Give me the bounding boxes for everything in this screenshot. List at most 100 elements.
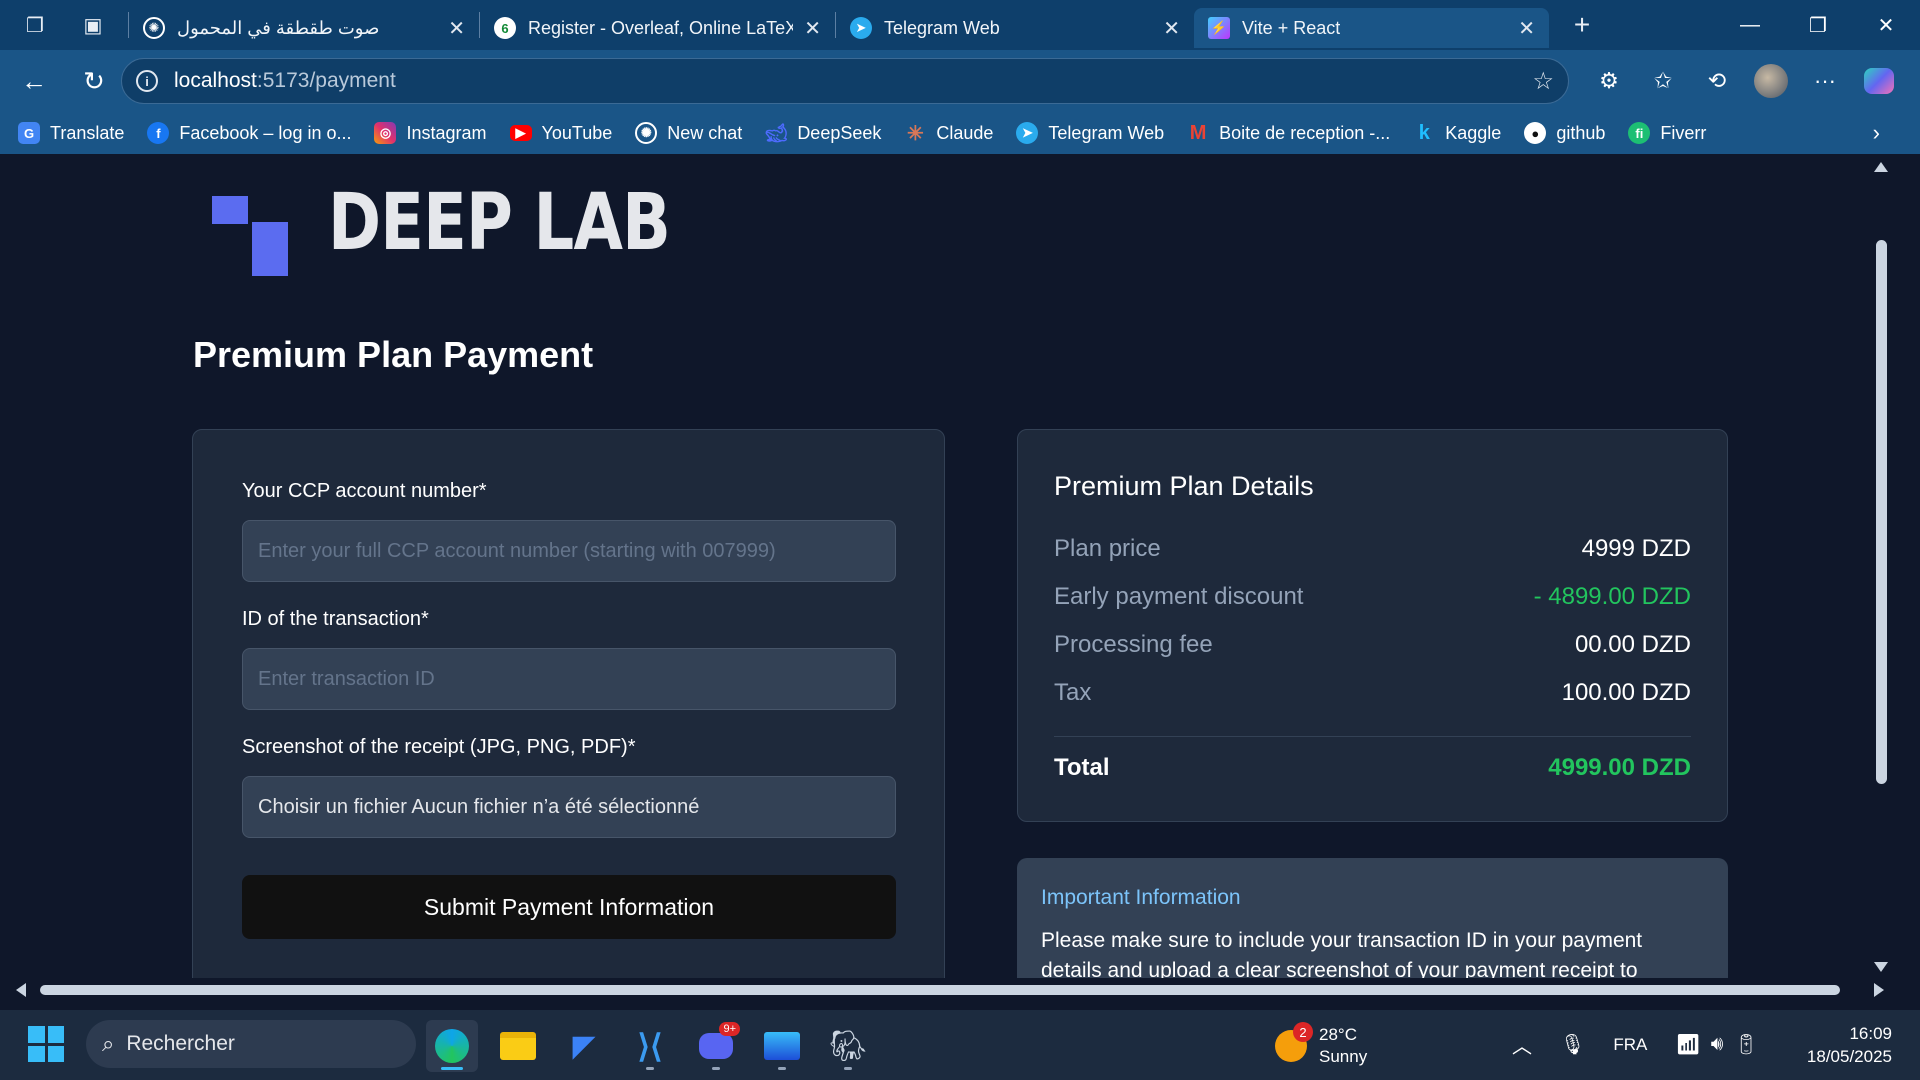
discord-icon[interactable]: 9+ <box>690 1020 742 1072</box>
ccp-account-input[interactable]: Enter your full CCP account number (star… <box>242 520 896 582</box>
tab-title: Register - Overleaf, Online LaTeX E <box>528 17 793 38</box>
tab-title: Vite + React <box>1242 17 1341 38</box>
bookmark-youtube[interactable]: ▶ YouTube <box>509 122 613 144</box>
vscode-icon[interactable]: ⟩⟨ <box>624 1020 676 1072</box>
vertical-scrollbar[interactable] <box>1868 156 1894 978</box>
file-explorer-icon[interactable] <box>492 1020 544 1072</box>
claude-icon: ✳ <box>906 122 924 145</box>
scroll-thumb[interactable] <box>40 985 1840 995</box>
address-bar: ← ↻ i localhost:5173/payment ☆ ⚙ ✩ ⟲ ··· <box>0 50 1920 112</box>
tab-vite-react[interactable]: ⚡ Vite + React ✕ <box>1194 8 1549 48</box>
chevron-up-icon[interactable]: ︿ <box>1512 1030 1532 1059</box>
bookmark-deepseek[interactable]: 🐋︎ DeepSeek <box>765 122 881 144</box>
browser-toolbar: ⚙ ✩ ⟲ ··· <box>1582 50 1920 112</box>
weather-badge: 2 <box>1293 1022 1313 1042</box>
refresh-icon[interactable]: ↻ <box>72 59 116 103</box>
weather-widget[interactable]: 2 28°C Sunny <box>1275 1022 1367 1068</box>
bookmark-instagram[interactable]: ◎ Instagram <box>374 122 487 144</box>
wifi-icon[interactable]: 📶︎ <box>1675 1032 1700 1057</box>
detail-value: 00.00 DZD <box>1574 631 1691 658</box>
scroll-left-icon[interactable] <box>16 983 26 997</box>
tab-chatgpt[interactable]: ✺ صوت طقطقة في المحمول ✕ <box>129 8 479 48</box>
edge-app-icon[interactable] <box>426 1020 478 1072</box>
tab-title: Telegram Web <box>884 17 1000 38</box>
site-info-icon[interactable]: i <box>136 70 158 92</box>
battery-icon[interactable]: 🔋︎ <box>1733 1032 1758 1057</box>
copilot-icon[interactable] <box>1852 68 1906 94</box>
bookmark-github[interactable]: ● github <box>1524 122 1605 144</box>
logo-square-top <box>212 196 248 224</box>
close-icon[interactable]: ✕ <box>1518 16 1535 41</box>
page-bottom-edge <box>0 1002 1920 1010</box>
bookmark-fiverr[interactable]: fi Fiverr <box>1628 122 1706 144</box>
scroll-right-icon[interactable] <box>1874 983 1884 997</box>
url-field[interactable]: i localhost:5173/payment ☆ <box>121 58 1569 104</box>
language-indicator[interactable]: FRA <box>1613 1035 1647 1055</box>
new-tab-icon[interactable]: + <box>1567 9 1597 40</box>
facebook-icon: f <box>147 122 170 144</box>
receipt-label: Screenshot of the receipt (JPG, PNG, PDF… <box>242 736 636 758</box>
bookmark-kaggle[interactable]: k Kaggle <box>1413 121 1502 144</box>
more-options-icon[interactable]: ··· <box>1798 68 1852 94</box>
close-icon[interactable]: ✕ <box>448 16 465 41</box>
logo-square-bottom <box>252 222 288 276</box>
scroll-up-icon[interactable] <box>1874 162 1888 172</box>
tab-actions-icon[interactable]: ▣ <box>78 10 108 40</box>
extensions-icon[interactable]: ⚙ <box>1582 68 1636 94</box>
scroll-down-icon[interactable] <box>1874 962 1888 972</box>
tab-telegram[interactable]: ➤ Telegram Web ✕ <box>836 8 1194 48</box>
restore-icon[interactable]: ❐ <box>1784 0 1852 50</box>
detail-row-total: Total 4999.00 DZD <box>1054 754 1691 782</box>
bookmark-translate[interactable]: G Translate <box>18 122 124 144</box>
detail-label: Plan price <box>1054 535 1161 562</box>
bookmark-claude[interactable]: ✳ Claude <box>904 122 993 145</box>
google-translate-icon: G <box>18 122 40 144</box>
horizontal-scrollbar[interactable] <box>6 978 1894 1002</box>
windows-start-icon[interactable] <box>28 1026 64 1062</box>
tab-title: صوت طقطقة في المحمول <box>177 17 380 38</box>
photos-app-icon[interactable] <box>756 1020 808 1072</box>
taskbar-search[interactable]: ⌕ Rechercher <box>86 1020 416 1068</box>
detail-label: Early payment discount <box>1054 583 1304 610</box>
profile-avatar[interactable] <box>1744 64 1798 98</box>
minimize-icon[interactable]: — <box>1716 0 1784 50</box>
chatgpt-icon: ✺ <box>635 122 658 144</box>
framer-app-icon[interactable]: ◤ <box>558 1020 610 1072</box>
clock[interactable]: 16:09 18/05/2025 <box>1807 1022 1892 1068</box>
telegram-icon: ➤ <box>850 17 872 39</box>
postgresql-icon[interactable]: 🐘︎ <box>822 1020 874 1072</box>
tab-overleaf[interactable]: 6 Register - Overleaf, Online LaTeX E ✕ <box>480 8 835 48</box>
bookmark-label: YouTube <box>541 122 613 143</box>
receipt-file-input[interactable]: Choisir un fichier Aucun fichier n’a été… <box>242 776 896 838</box>
favorite-star-icon[interactable]: ☆ <box>1532 67 1554 96</box>
chevron-right-icon[interactable]: › <box>1873 120 1880 146</box>
detail-row-discount: Early payment discount - 4899.00 DZD <box>1054 583 1691 611</box>
back-icon[interactable]: ← <box>12 59 56 103</box>
bookmark-label: Boite de reception -... <box>1219 122 1391 143</box>
bookmark-label: Translate <box>50 122 125 143</box>
workspaces-icon[interactable]: ❐ <box>20 10 50 40</box>
search-icon: ⌕ <box>102 1031 115 1056</box>
bookmark-telegram[interactable]: ➤ Telegram Web <box>1016 122 1164 144</box>
url-text[interactable]: localhost:5173/payment <box>174 69 396 93</box>
close-icon[interactable]: ✕ <box>1163 16 1180 41</box>
detail-row-plan-price: Plan price 4999 DZD <box>1054 535 1691 563</box>
favorites-icon[interactable]: ✩ <box>1636 68 1690 94</box>
sun-icon: 2 <box>1275 1022 1313 1062</box>
history-icon[interactable]: ⟲ <box>1690 68 1744 94</box>
submit-payment-button[interactable]: Submit Payment Information <box>242 875 896 939</box>
scroll-thumb[interactable] <box>1876 240 1887 784</box>
close-window-icon[interactable]: ✕ <box>1852 0 1920 50</box>
bookmark-gmail[interactable]: M Boite de reception -... <box>1187 122 1390 144</box>
bookmark-new-chat[interactable]: ✺ New chat <box>635 122 742 144</box>
close-icon[interactable]: ✕ <box>804 16 821 41</box>
transaction-id-input[interactable]: Enter transaction ID <box>242 648 896 710</box>
plan-details-title: Premium Plan Details <box>1054 471 1314 501</box>
volume-icon[interactable]: 🔊︎ <box>1711 1033 1724 1056</box>
detail-value: 100.00 DZD <box>1561 679 1691 706</box>
microphone-icon[interactable]: 🎙︎ <box>1560 1032 1585 1057</box>
kaggle-icon: k <box>1418 121 1430 144</box>
detail-label: Processing fee <box>1054 631 1213 658</box>
detail-value: - 4899.00 DZD <box>1533 583 1691 610</box>
bookmark-facebook[interactable]: f Facebook – log in o... <box>147 122 351 144</box>
